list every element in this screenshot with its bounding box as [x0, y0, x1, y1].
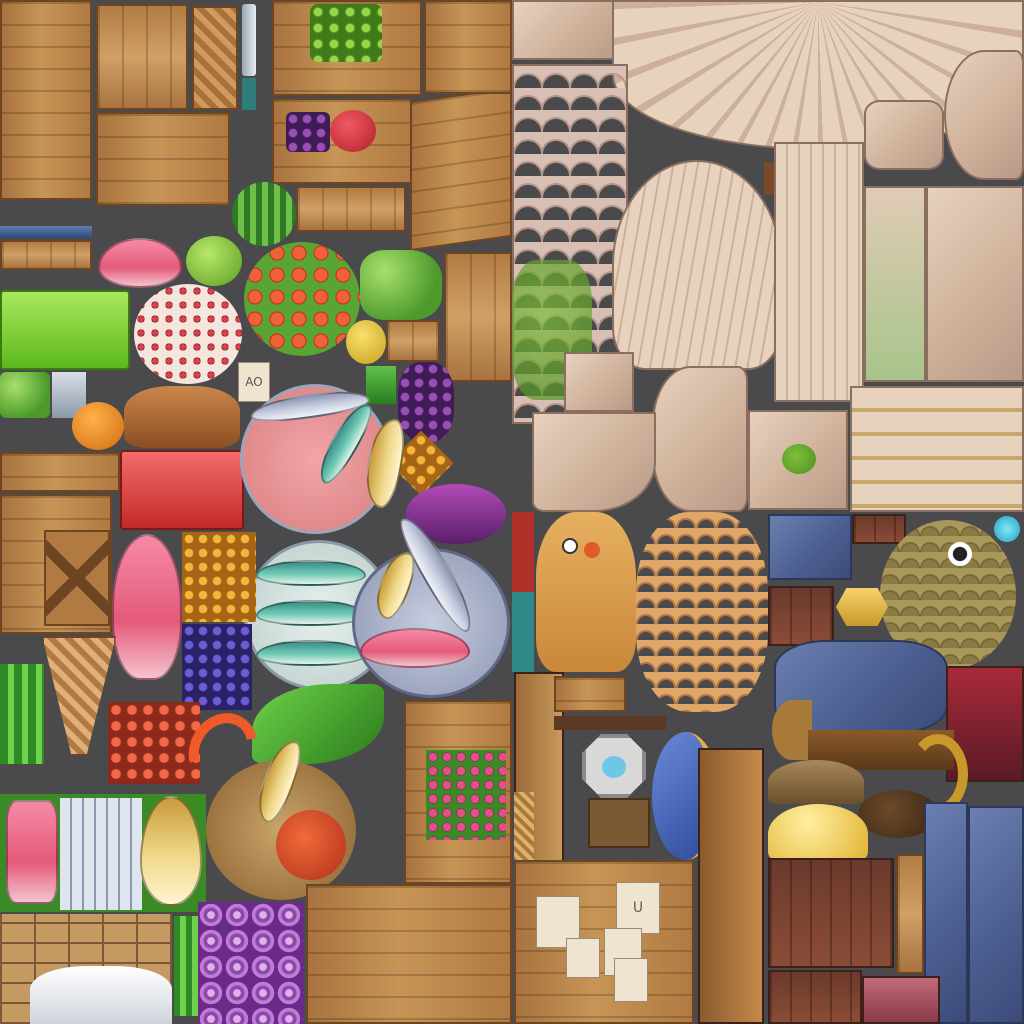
wood-crate-panel: [0, 452, 120, 492]
crate-x-brace: [44, 530, 110, 626]
notice-paper: U: [616, 882, 660, 934]
wood-strip: [0, 240, 92, 270]
statue-hand: [864, 100, 944, 170]
stone-base-arc: [532, 412, 656, 512]
owl-wing: [636, 512, 768, 712]
blue-stone-quadrant: [768, 512, 1024, 1024]
dark-wood-panel: [768, 970, 862, 1024]
wood-planks: [296, 186, 406, 232]
orange: [72, 402, 124, 450]
grapes-on-leaves: [426, 750, 506, 840]
pink-wood-panel: [862, 976, 940, 1024]
statue-face-profile: [944, 50, 1024, 180]
green-leaf: [252, 684, 384, 764]
crate-corner: [410, 86, 512, 252]
teal-fish: [256, 560, 366, 586]
wood-plank-panel: [96, 4, 188, 110]
gem: [994, 516, 1020, 542]
onion-pile: [198, 902, 304, 1024]
statue-hair: [612, 160, 782, 370]
pink-snapper: [112, 534, 182, 680]
green-jelly-block: [0, 290, 130, 370]
stone-block: [512, 0, 620, 60]
teal-handle: [242, 78, 256, 110]
brussels-sprouts-tile: [310, 4, 382, 62]
notice-paper: [566, 938, 600, 978]
knife-blade: [242, 4, 256, 76]
wood-crate-panel: [0, 0, 92, 200]
statue-face: [652, 366, 748, 512]
bird-eye: [948, 542, 972, 566]
stone-column: [774, 142, 864, 402]
blueberries: [182, 624, 252, 710]
cherry-tomatoes: [108, 702, 200, 784]
texture-atlas: AO U: [0, 0, 1024, 1024]
bread-loaf: [124, 386, 240, 448]
owl-beak: [584, 542, 600, 558]
price-sign: AO: [238, 362, 270, 402]
wood-pillar: [896, 854, 924, 974]
wicker-basket: [42, 636, 116, 756]
leather-pouch: [588, 798, 650, 848]
gold-block: [836, 588, 888, 626]
tomato-basket: [244, 242, 360, 356]
dark-wood-strip: [852, 514, 906, 544]
red-fish-pile: [98, 238, 182, 288]
market-props-quadrant: AO: [0, 0, 512, 1024]
crate-corner: [424, 0, 512, 94]
stone-column-green: [864, 186, 926, 382]
grape-bunch: [398, 362, 454, 442]
wood-strip: [386, 320, 440, 362]
lime: [186, 236, 242, 286]
notice-paper: [614, 958, 648, 1002]
watermelon: [232, 182, 296, 246]
pomegranate: [330, 110, 376, 152]
corn-kernels: [182, 532, 256, 622]
pink-fish: [6, 800, 58, 904]
blue-stone-block: [768, 514, 852, 580]
pink-fish: [360, 628, 470, 668]
owl-woodwork-quadrant: U: [512, 512, 768, 1024]
lettuce: [360, 250, 442, 320]
wood-tabletop: [306, 884, 512, 1024]
herb-bunch: [0, 372, 50, 418]
price-sign-text: AO: [245, 375, 263, 389]
white-cloth: [30, 966, 172, 1024]
statue-stone-quadrant: [512, 0, 1024, 512]
teal-fish: [256, 640, 366, 666]
red-teal-strip: [512, 512, 534, 672]
dark-wood-panel: [768, 858, 894, 968]
gold-dome: [768, 804, 868, 864]
moss-spot: [782, 444, 816, 474]
mushroom-cap: [768, 760, 864, 804]
sardines: [60, 798, 142, 910]
rope-pole: [514, 792, 534, 862]
owl-eye: [562, 538, 578, 554]
blue-stone-column: [968, 806, 1024, 1024]
berry-plate: [134, 284, 242, 384]
starfruit: [346, 320, 386, 364]
crab: [276, 810, 346, 880]
purple-sweet-potato: [286, 112, 330, 152]
stone-step: [564, 352, 634, 412]
wicker-panel: [192, 6, 238, 110]
green-bamboo: [174, 916, 198, 1016]
green-block: [366, 366, 396, 404]
crate-side: [444, 252, 512, 382]
notice-paper-letter: U: [632, 900, 644, 916]
stone-ledge: [850, 386, 1024, 512]
bronze-rim: [772, 700, 812, 760]
stone-pillar: [926, 186, 1024, 382]
teal-fish: [256, 600, 366, 626]
green-bamboo: [0, 664, 44, 764]
owl-body: [536, 512, 636, 672]
blue-trim-strip: [0, 226, 92, 238]
red-jelly-block: [120, 450, 244, 530]
wood-crate-panel: [96, 112, 230, 206]
paw-icon: [602, 756, 626, 778]
wood-plank: [554, 676, 626, 712]
belt-strap: [554, 716, 666, 730]
dark-wood-strip: [768, 586, 834, 646]
tree-trunk: [698, 748, 764, 1024]
